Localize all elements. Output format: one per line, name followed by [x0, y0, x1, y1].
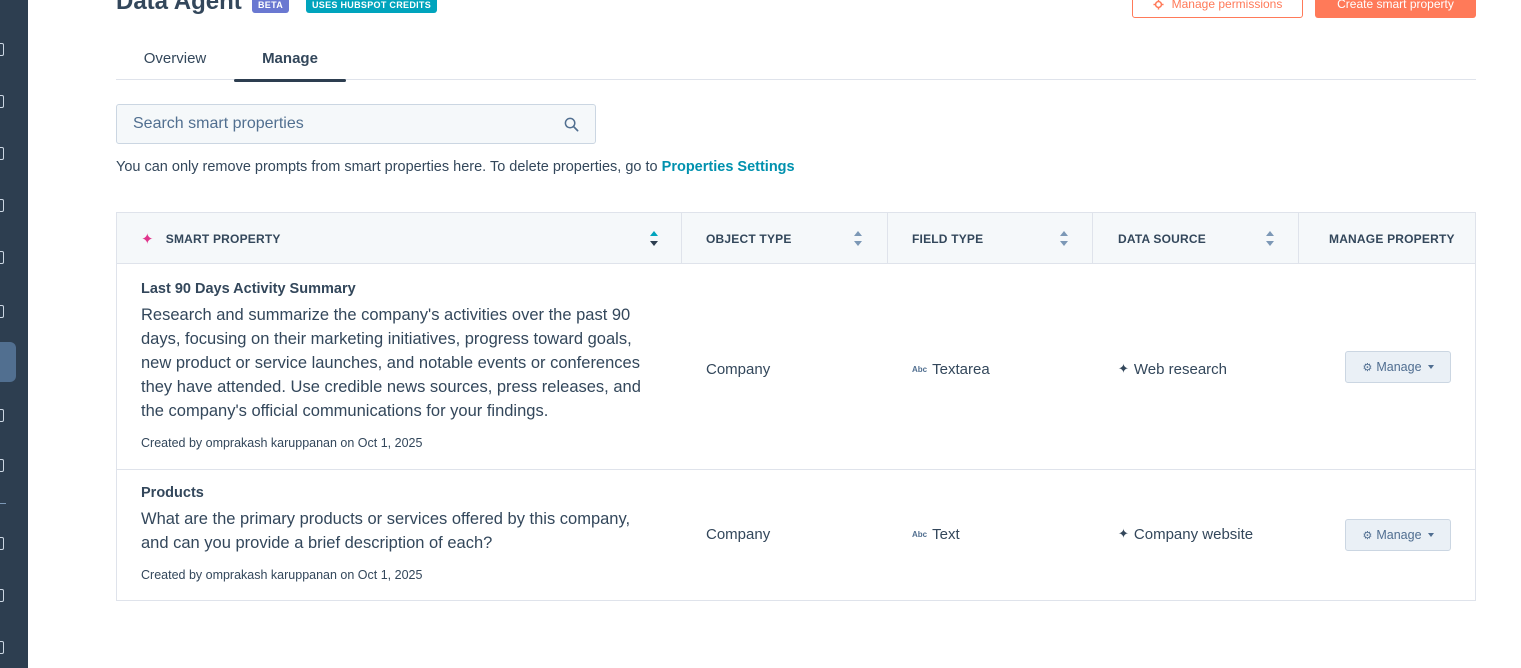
tab-manage[interactable]: Manage — [234, 36, 346, 82]
nav-icon-11[interactable] — [0, 588, 10, 602]
field-type-cell: Abc Text — [912, 522, 960, 546]
column-label: OBJECT TYPE — [706, 231, 792, 246]
object-type-cell: Company — [706, 357, 770, 381]
properties-settings-link[interactable]: Properties Settings — [662, 159, 795, 175]
field-type: Text — [932, 525, 960, 543]
tab-bar: Overview Manage — [116, 36, 1476, 82]
manage-dropdown-button[interactable]: ⚙ Manage — [1345, 351, 1451, 383]
text-field-icon: Abc — [912, 529, 928, 539]
nav-icon-5[interactable] — [0, 250, 10, 264]
nav-icon-12[interactable] — [0, 640, 10, 654]
manage-label: Manage — [1376, 528, 1422, 542]
nav-icon-3[interactable] — [0, 146, 10, 160]
nav-icon-6[interactable] — [0, 304, 10, 318]
notice-text: You can only remove prompts from smart p… — [116, 159, 795, 175]
object-type-cell: Company — [706, 522, 770, 546]
sort-icon[interactable] — [1060, 231, 1068, 246]
nav-item-active[interactable] — [0, 342, 16, 382]
sort-icon[interactable] — [1266, 231, 1274, 246]
manage-label: Manage — [1376, 360, 1422, 374]
data-source: Web research — [1133, 360, 1228, 378]
nav-icon-8[interactable] — [0, 408, 10, 422]
notice-message: You can only remove prompts from smart p… — [116, 159, 658, 175]
column-header-smart-property[interactable]: ✦ SMART PROPERTY — [141, 213, 281, 264]
table-row: Last 90 Days Activity Summary Research a… — [117, 265, 1475, 470]
column-divider — [681, 213, 682, 264]
manage-permissions-label: Manage permissions — [1171, 0, 1283, 11]
data-source-cell: ✦ Web research — [1118, 357, 1227, 381]
property-prompt: Research and summarize the company's act… — [141, 306, 641, 420]
caret-down-icon — [1427, 533, 1434, 537]
page-title: Data Agent — [116, 0, 242, 15]
column-header-object-type[interactable]: OBJECT TYPE — [706, 213, 792, 264]
column-header-data-source[interactable]: DATA SOURCE — [1118, 213, 1206, 264]
column-header-field-type[interactable]: FIELD TYPE — [912, 213, 983, 264]
nav-icon-2[interactable] — [0, 94, 10, 108]
property-name[interactable]: Products — [141, 485, 204, 501]
column-divider — [1092, 213, 1093, 264]
beta-badge: BETA — [252, 0, 290, 13]
credits-badge: USES HUBSPOT CREDITS — [306, 0, 438, 13]
smart-properties-table: ✦ SMART PROPERTY OBJECT TYPE FIELD TYPE … — [116, 212, 1476, 601]
ai-sparkle-icon: ✦ — [1118, 361, 1129, 376]
left-nav-rail — [0, 0, 28, 668]
nav-divider — [0, 503, 6, 504]
gear-icon: ⚙ — [1362, 361, 1373, 374]
gear-icon: ⚙ — [1362, 529, 1373, 542]
column-label: MANAGE PROPERTY — [1329, 231, 1455, 246]
data-source-cell: ✦ Company website — [1118, 522, 1253, 546]
column-label: SMART PROPERTY — [165, 231, 281, 246]
property-meta: Created by omprakash karuppanan on Oct 1… — [141, 568, 423, 582]
gear-icon — [1153, 0, 1164, 10]
object-type: Company — [706, 525, 771, 543]
column-label: DATA SOURCE — [1118, 231, 1206, 246]
create-smart-property-label: Create smart property — [1337, 0, 1454, 11]
field-type-cell: Abc Textarea — [912, 357, 990, 381]
tab-overview[interactable]: Overview — [116, 36, 234, 80]
object-type: Company — [706, 360, 771, 378]
property-prompt: What are the primary products or service… — [141, 510, 631, 552]
ai-sparkle-icon: ✦ — [1118, 526, 1129, 541]
nav-icon-1[interactable] — [0, 42, 10, 56]
nav-icon-9[interactable] — [0, 458, 10, 472]
search-input[interactable] — [117, 105, 557, 143]
sort-icon[interactable] — [854, 231, 862, 246]
table-row: Products What are the primary products o… — [117, 471, 1475, 600]
table-header: ✦ SMART PROPERTY OBJECT TYPE FIELD TYPE … — [117, 213, 1475, 264]
column-divider — [887, 213, 888, 264]
text-field-icon: Abc — [912, 364, 928, 374]
property-name[interactable]: Last 90 Days Activity Summary — [141, 281, 356, 297]
manage-permissions-button[interactable]: Manage permissions — [1132, 0, 1303, 18]
sort-icon[interactable] — [650, 231, 658, 246]
property-meta: Created by omprakash karuppanan on Oct 1… — [141, 436, 423, 450]
data-source: Company website — [1133, 525, 1254, 543]
caret-down-icon — [1427, 365, 1434, 369]
search-box — [116, 104, 596, 144]
field-type: Textarea — [932, 360, 990, 378]
column-label: FIELD TYPE — [912, 231, 984, 246]
nav-icon-4[interactable] — [0, 198, 10, 212]
sparkle-icon: ✦ — [141, 230, 154, 248]
nav-icon-10[interactable] — [0, 536, 10, 550]
create-smart-property-button[interactable]: Create smart property — [1315, 0, 1476, 18]
search-icon[interactable] — [564, 117, 579, 132]
manage-dropdown-button[interactable]: ⚙ Manage — [1345, 519, 1451, 551]
column-divider — [1298, 213, 1299, 264]
column-header-manage-property: MANAGE PROPERTY — [1329, 213, 1455, 264]
